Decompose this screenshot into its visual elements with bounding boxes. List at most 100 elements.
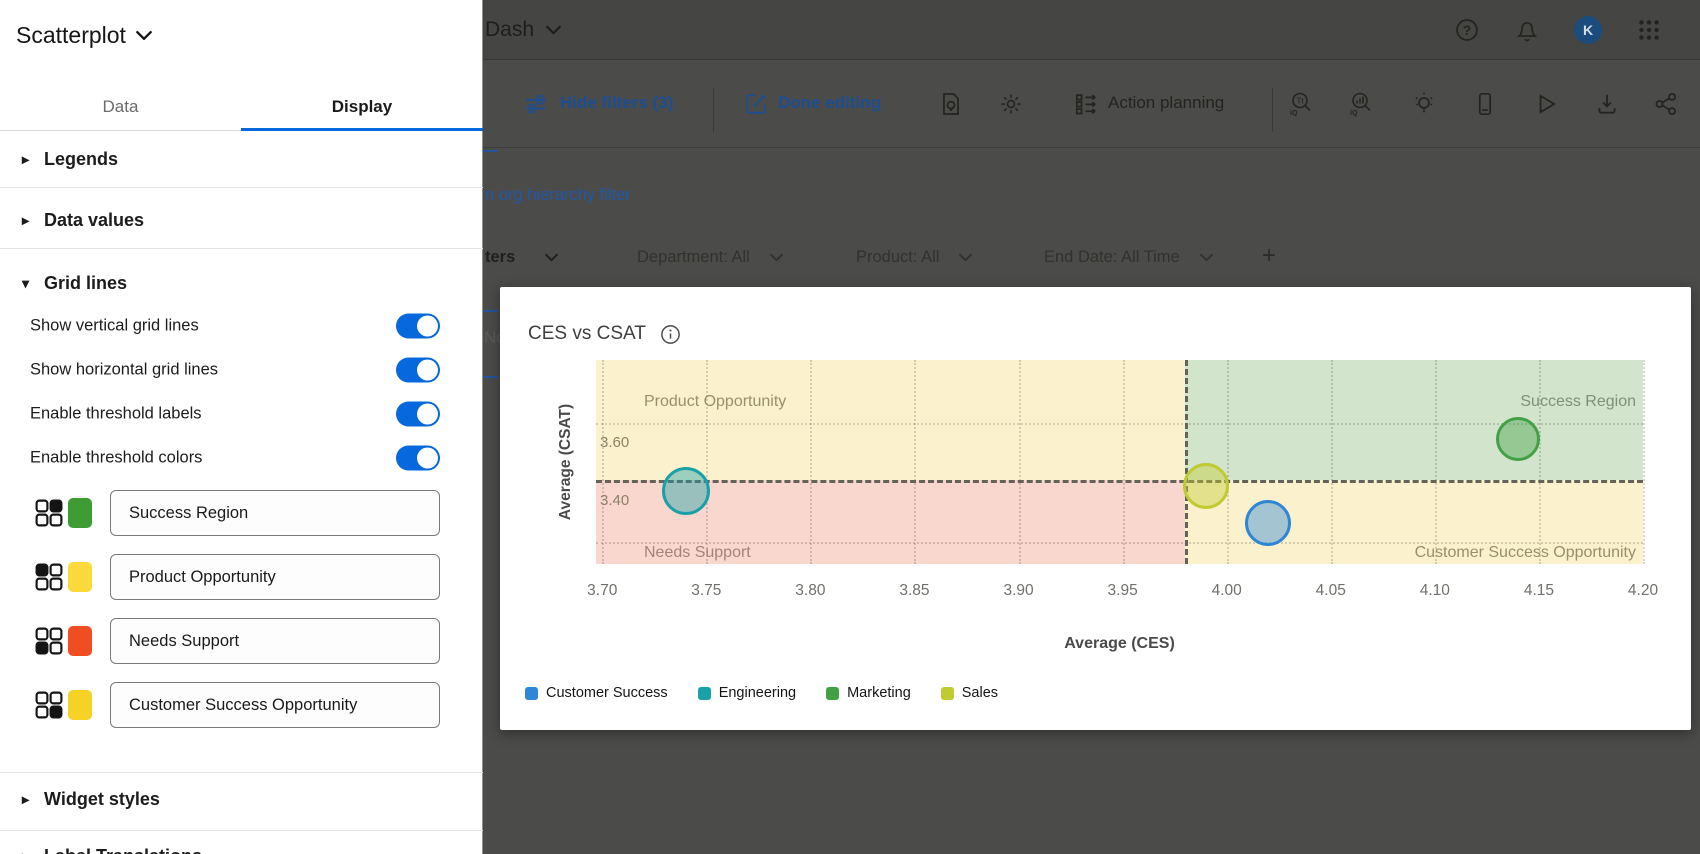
section-widget-styles[interactable]: ▸Widget styles bbox=[0, 786, 483, 812]
user-avatar[interactable]: K bbox=[1574, 16, 1602, 44]
widget-settings-panel: Scatterplot Data Display ▸Legends ▸Data … bbox=[0, 0, 483, 854]
idea-bulb-icon[interactable] bbox=[1411, 91, 1437, 117]
stats-iq-icon[interactable]: iQ bbox=[1349, 91, 1375, 117]
tab-display[interactable]: Display bbox=[241, 83, 483, 130]
quadrant-position-icon[interactable] bbox=[35, 563, 63, 591]
region-row: Product Opportunity bbox=[0, 545, 483, 609]
legend-item[interactable]: Marketing bbox=[826, 685, 911, 701]
legend-item[interactable]: Engineering bbox=[698, 685, 796, 701]
dashboard-name: Dash bbox=[485, 18, 534, 42]
y-threshold-line bbox=[596, 480, 1643, 483]
filters-sliders-icon[interactable] bbox=[523, 91, 549, 117]
vertical-gridline bbox=[1435, 360, 1437, 564]
region-color-swatch[interactable] bbox=[68, 498, 92, 528]
caret-right-icon: ▸ bbox=[22, 791, 32, 808]
vertical-gridline bbox=[810, 360, 812, 564]
filter-dropdown[interactable]: End Date: All Time bbox=[1044, 244, 1213, 270]
divider bbox=[0, 187, 483, 188]
region-row: Customer Success Opportunity bbox=[0, 673, 483, 737]
org-hierarchy-filter-link[interactable]: n org hierarchy filter bbox=[485, 186, 631, 205]
legend-label: Sales bbox=[962, 685, 998, 701]
widget-type-selector[interactable]: Scatterplot bbox=[16, 22, 152, 49]
svg-text:?: ? bbox=[1463, 23, 1471, 38]
done-editing-button[interactable]: Done editing bbox=[778, 93, 881, 113]
section-legends[interactable]: ▸Legends bbox=[0, 146, 483, 172]
dashboard-name-menu[interactable]: Dash bbox=[485, 0, 561, 60]
action-planning-button[interactable]: Action planning bbox=[1108, 93, 1224, 113]
legend-swatch bbox=[941, 687, 954, 700]
horizontal-gridline bbox=[596, 423, 1643, 425]
data-bubble-customer-success[interactable] bbox=[1245, 500, 1291, 546]
x-tick-label: 4.00 bbox=[1212, 582, 1242, 600]
quadrant-position-icon[interactable] bbox=[35, 499, 63, 527]
toggle-switch[interactable] bbox=[396, 446, 440, 471]
data-bubble-sales[interactable] bbox=[1183, 463, 1229, 509]
data-bubble-marketing[interactable] bbox=[1496, 417, 1540, 461]
region-label-input[interactable]: Customer Success Opportunity bbox=[110, 682, 440, 728]
widget-title: CES vs CSAT bbox=[528, 323, 646, 345]
x-tick-label: 3.95 bbox=[1108, 582, 1138, 600]
chevron-down-icon bbox=[136, 30, 152, 41]
section-label-translations[interactable]: ▸Label Translations bbox=[0, 843, 483, 854]
x-tick-label: 3.70 bbox=[587, 582, 617, 600]
legend-swatch bbox=[826, 687, 839, 700]
chevron-down-icon bbox=[545, 253, 558, 262]
region-label-input[interactable]: Needs Support bbox=[110, 618, 440, 664]
download-icon[interactable] bbox=[1594, 91, 1620, 117]
all-filters-dropdown[interactable]: ters bbox=[485, 244, 558, 270]
plot-area[interactable]: Product OpportunitySuccess RegionNeeds S… bbox=[596, 360, 1643, 564]
add-filter-button[interactable]: + bbox=[1262, 242, 1276, 270]
chevron-down-icon bbox=[546, 25, 561, 35]
vertical-gridline bbox=[602, 360, 604, 564]
toggle-switch[interactable] bbox=[396, 402, 440, 427]
vertical-gridline bbox=[1123, 360, 1125, 564]
app: Dash ? K Hide filters (3) Done editing A… bbox=[0, 0, 1700, 854]
top-nav-bar: Dash ? K bbox=[483, 0, 1700, 60]
quadrant-position-icon[interactable] bbox=[35, 627, 63, 655]
section-data-values[interactable]: ▸Data values bbox=[0, 207, 483, 233]
app-switcher-waffle-icon[interactable] bbox=[1636, 17, 1662, 43]
filter-dropdown[interactable]: Product: All bbox=[856, 244, 972, 270]
toggle-label: Enable threshold colors bbox=[30, 449, 202, 468]
region-label-input[interactable]: Product Opportunity bbox=[110, 554, 440, 600]
filter-dropdown[interactable]: Department: All bbox=[637, 244, 783, 270]
insights-doc-bulb-icon[interactable] bbox=[938, 91, 964, 117]
y-tick-label: 3.60 bbox=[600, 434, 629, 451]
chevron-down-icon bbox=[770, 253, 783, 262]
toggle-switch[interactable] bbox=[396, 358, 440, 383]
legend-item[interactable]: Customer Success bbox=[525, 685, 668, 701]
help-icon[interactable]: ? bbox=[1454, 17, 1480, 43]
mobile-preview-icon[interactable] bbox=[1472, 91, 1498, 117]
chevron-down-icon bbox=[1200, 253, 1213, 262]
action-planning-icon[interactable] bbox=[1073, 91, 1099, 117]
legend-label: Engineering bbox=[719, 685, 796, 701]
section-grid-lines[interactable]: ▾Grid lines bbox=[0, 270, 483, 296]
region-color-swatch[interactable] bbox=[68, 690, 92, 720]
edit-pencil-icon[interactable] bbox=[743, 91, 769, 117]
quadrant-region-top-left bbox=[596, 360, 1185, 480]
x-tick-label: 4.10 bbox=[1420, 582, 1450, 600]
region-color-swatch[interactable] bbox=[68, 626, 92, 656]
settings-gear-icon[interactable] bbox=[998, 91, 1024, 117]
y-tick-label: 3.40 bbox=[600, 492, 629, 509]
quadrant-position-icon[interactable] bbox=[35, 691, 63, 719]
share-icon[interactable] bbox=[1653, 91, 1679, 117]
notifications-bell-icon[interactable] bbox=[1514, 17, 1540, 43]
quadrant-region-top-right bbox=[1185, 360, 1643, 480]
hidden-widget-edge bbox=[483, 376, 498, 378]
text-iq-icon[interactable]: TtiQ bbox=[1289, 91, 1315, 117]
toggle-switch[interactable] bbox=[396, 314, 440, 339]
play-preview-icon[interactable] bbox=[1533, 91, 1559, 117]
toggle-row: Show vertical grid lines bbox=[0, 304, 483, 348]
data-bubble-engineering[interactable] bbox=[662, 467, 710, 515]
tab-data[interactable]: Data bbox=[0, 83, 241, 130]
hide-filters-button[interactable]: Hide filters (3) bbox=[560, 93, 673, 113]
region-color-swatch[interactable] bbox=[68, 562, 92, 592]
info-icon[interactable] bbox=[660, 324, 681, 345]
region-label-input[interactable]: Success Region bbox=[110, 490, 440, 536]
scatterplot-widget-card[interactable]: CES vs CSAT Average (CSAT) Product Oppor… bbox=[500, 287, 1691, 730]
hidden-widget-edge bbox=[483, 150, 498, 152]
threshold-regions: Success Region Product Opportunity Needs S… bbox=[0, 481, 483, 737]
x-axis-ticks: 3.703.753.803.853.903.954.004.054.104.15… bbox=[596, 582, 1643, 600]
legend-item[interactable]: Sales bbox=[941, 685, 998, 701]
